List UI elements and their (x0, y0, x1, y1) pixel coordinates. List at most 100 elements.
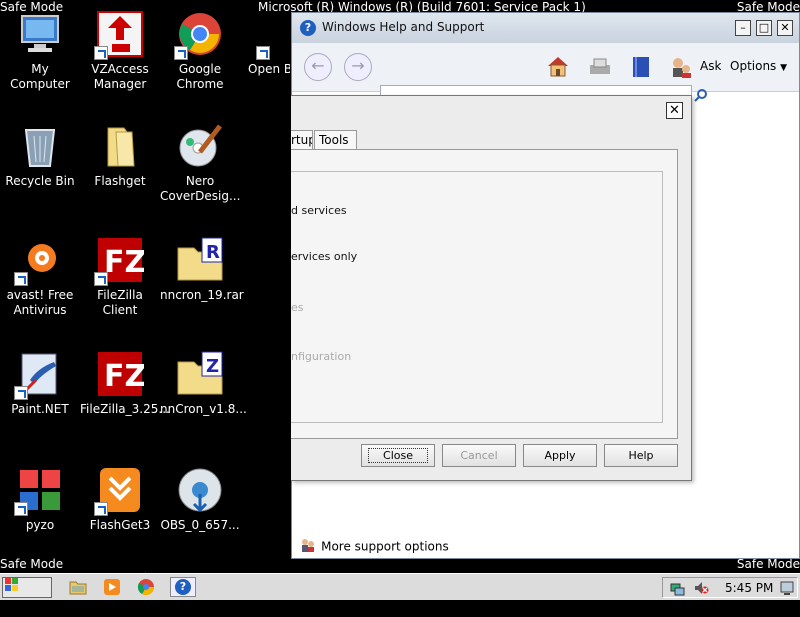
print-icon[interactable] (588, 57, 612, 81)
desktop-icon-nncron-zip[interactable]: Z nnCron_v1.8... (160, 350, 247, 417)
tab-tools[interactable]: Tools (314, 130, 357, 149)
option-load-system-services: es (291, 301, 304, 314)
desktop-icon-label: My Computer (10, 62, 70, 91)
chrome-taskbar-icon[interactable] (136, 577, 156, 597)
shortcut-arrow-icon (14, 386, 28, 400)
desktop-icon-obs[interactable]: Open Broadca (240, 10, 290, 77)
option-normal-startup[interactable]: d services (291, 204, 347, 217)
shortcut-arrow-icon (256, 46, 270, 60)
network-icon[interactable] (669, 580, 685, 600)
more-support-options-link[interactable]: More support options (300, 536, 449, 557)
clock[interactable]: 5:45 PM (725, 581, 773, 595)
computer-icon (16, 10, 64, 58)
avast-icon (14, 236, 64, 286)
desktop-icon-label: Google Chrome (176, 62, 224, 91)
obs-icon (256, 10, 288, 60)
desktop-icon-flashget[interactable]: Flashget (80, 122, 160, 189)
rar-archive-icon: R (176, 236, 224, 284)
close-dialog-button[interactable]: ✕ (666, 102, 683, 119)
desktop-icon-label: nnCron_v1.8... (160, 402, 247, 416)
desktop-icon-pyzo[interactable]: pyzo (0, 466, 80, 533)
show-desktop-icon[interactable] (779, 580, 795, 600)
desktop-icon-label: OBS_0_657... (160, 518, 240, 532)
desktop-icon-label: Open Broadca (248, 62, 290, 76)
start-label: Start (3, 600, 38, 614)
safe-mode-bottom-left: Safe Mode (0, 557, 64, 571)
desktop-icon-label: FileZilla Client (97, 288, 143, 317)
maximize-button[interactable]: □ (756, 20, 772, 36)
shortcut-arrow-icon (174, 46, 188, 60)
start-button[interactable]: Start (2, 577, 52, 614)
chevron-down-icon: ▼ (780, 63, 788, 73)
tab-startup[interactable]: rtup (291, 130, 313, 149)
filezilla-icon: FZ (96, 350, 146, 398)
system-configuration-dialog: ✕ rtup Tools d services ervices only es … (291, 95, 692, 481)
desktop-icon-paint-net[interactable]: Paint.NET (0, 350, 80, 417)
browse-help-icon[interactable] (630, 55, 652, 83)
filezilla-icon: FZ (94, 236, 146, 286)
zip-archive-icon: Z (176, 350, 224, 398)
more-support-options-label: More support options (321, 539, 449, 554)
desktop-icon-filezilla-client[interactable]: FZ FileZilla Client (80, 236, 160, 318)
desktop-icon-obs-installer[interactable]: OBS_0_657... (160, 466, 240, 533)
paint-net-icon (14, 350, 64, 400)
desktop-icon-label: FileZilla_3.25... (80, 402, 170, 416)
desktop-icon-nncron-rar[interactable]: R nncron_19.rar (160, 236, 244, 303)
back-button[interactable]: ← (304, 53, 332, 81)
shortcut-arrow-icon (94, 272, 108, 286)
shortcut-arrow-icon (14, 502, 28, 516)
desktop-icon-vzaccess[interactable]: VZAccess Manager (80, 10, 160, 92)
desktop-icon-label: Flashget (94, 174, 146, 188)
vzaccess-icon (94, 10, 144, 60)
shortcut-arrow-icon (14, 272, 28, 286)
home-icon[interactable] (546, 55, 570, 81)
recycle-bin-icon (16, 122, 64, 170)
help-window-title: Windows Help and Support (322, 20, 485, 34)
option-diagnostic-startup[interactable]: ervices only (291, 250, 357, 263)
help-support-taskbar-button[interactable]: ? (170, 577, 196, 597)
startup-selection-group: d services ervices only es nfiguration (291, 171, 663, 423)
flashget3-icon (94, 466, 144, 516)
desktop-icon-recycle-bin[interactable]: Recycle Bin (0, 122, 80, 189)
desktop-icon-flashget3[interactable]: FlashGet3 (80, 466, 160, 533)
desktop-icon-label: pyzo (25, 518, 55, 532)
desktop-icon-label: Nero CoverDesig... (160, 174, 241, 203)
ask-icon[interactable] (670, 55, 694, 83)
svg-text:R: R (206, 242, 220, 263)
help-icon: ? (300, 20, 316, 36)
installer-disc-icon (176, 466, 224, 514)
desktop-icon-chrome[interactable]: Google Chrome (160, 10, 240, 92)
close-button[interactable]: Close (361, 444, 435, 467)
safe-mode-bottom-right: Safe Mode (736, 557, 800, 571)
forward-button[interactable]: → (344, 53, 372, 81)
media-player-icon[interactable] (102, 577, 122, 597)
svg-text:FZ: FZ (104, 245, 144, 280)
desktop-icon-label: avast! Free Antivirus (6, 288, 74, 317)
desktop-icon-filezilla-installer[interactable]: FZ FileZilla_3.25... (80, 350, 170, 417)
close-window-button[interactable]: ✕ (777, 20, 793, 36)
folder-icon (96, 122, 144, 170)
options-menu[interactable]: Options ▼ (730, 59, 787, 73)
svg-text:Z: Z (206, 356, 219, 377)
help-button[interactable]: Help (604, 444, 678, 467)
svg-text:FZ: FZ (104, 359, 144, 394)
taskbar: Start ? 5:45 PM (0, 573, 800, 614)
shortcut-arrow-icon (94, 502, 108, 516)
help-titlebar[interactable]: ? Windows Help and Support – □ ✕ (292, 13, 799, 43)
desktop-icon-avast[interactable]: avast! Free Antivirus (0, 236, 80, 318)
desktop-icon-nero-coverdesigner[interactable]: Nero CoverDesig... (160, 122, 240, 204)
apply-button[interactable]: Apply (523, 444, 597, 467)
explorer-icon[interactable] (68, 577, 88, 597)
shortcut-arrow-icon (94, 46, 108, 60)
minimize-button[interactable]: – (735, 20, 751, 36)
ask-label[interactable]: Ask (700, 59, 721, 73)
desktop-icon-my-computer[interactable]: My Computer (0, 10, 80, 92)
desktop-icon-label: FlashGet3 (89, 518, 151, 532)
cancel-button[interactable]: Cancel (442, 444, 516, 467)
nero-coverdesigner-icon (176, 122, 224, 170)
search-icon[interactable] (694, 87, 708, 106)
volume-muted-icon[interactable] (693, 580, 709, 600)
dialog-panel: d services ervices only es nfiguration (291, 149, 678, 439)
system-tray: 5:45 PM (662, 577, 798, 598)
desktop-icon-label: nncron_19.rar (160, 288, 244, 302)
